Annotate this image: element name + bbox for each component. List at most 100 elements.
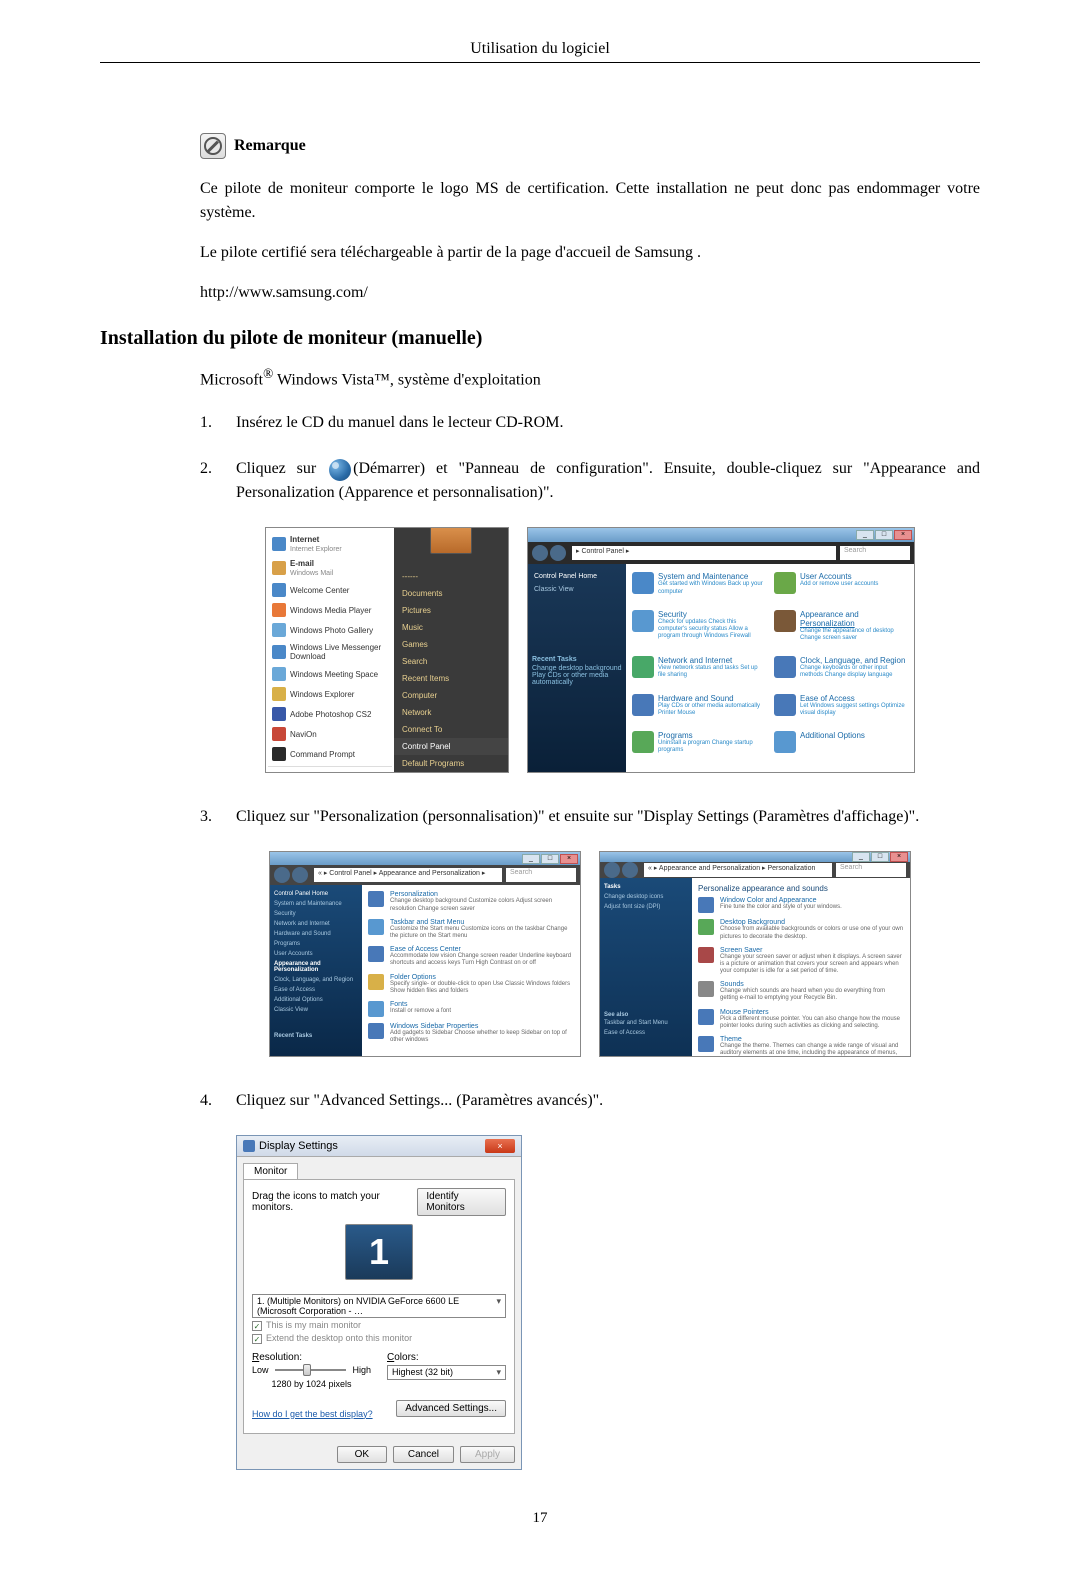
pers-item[interactable]: Mouse PointersPick a different mouse poi… xyxy=(698,1009,904,1030)
pers-item[interactable]: Window Color and AppearanceFine tune the… xyxy=(698,897,904,913)
pers-item[interactable]: Folder OptionsSpecify single- or double-… xyxy=(368,974,574,995)
start-item[interactable]: InternetInternet Explorer xyxy=(268,532,392,556)
close-button[interactable]: × xyxy=(890,852,908,862)
pers-item[interactable]: FontsInstall or remove a font xyxy=(368,1001,574,1017)
slider-thumb[interactable] xyxy=(303,1364,311,1376)
cp-side-classic[interactable]: Classic View xyxy=(532,583,622,596)
cp-category[interactable]: User AccountsAdd or remove user accounts xyxy=(774,572,908,605)
cp-category[interactable]: Additional Options xyxy=(774,731,908,764)
pers-side-link-active[interactable]: Appearance and Personalization xyxy=(274,959,358,975)
monitor-select[interactable]: 1. (Multiple Monitors) on NVIDIA GeForce… xyxy=(252,1294,506,1318)
pers-side-link[interactable]: Ease of Access xyxy=(274,985,358,995)
start-item[interactable]: Command Prompt xyxy=(268,744,392,764)
minimize-button[interactable]: _ xyxy=(852,852,870,862)
breadcrumb[interactable]: « ▸ Appearance and Personalization ▸ Per… xyxy=(644,863,832,877)
monitor-preview[interactable]: 1 xyxy=(345,1224,413,1280)
cancel-button[interactable]: Cancel xyxy=(393,1446,454,1463)
help-link[interactable]: How do I get the best display? xyxy=(252,1409,373,1419)
close-button[interactable]: × xyxy=(485,1139,515,1153)
start-right-item[interactable]: Recent Items xyxy=(394,670,508,687)
back-button[interactable] xyxy=(274,867,290,883)
pers-item[interactable]: Taskbar and Start MenuCustomize the Star… xyxy=(368,919,574,940)
cp-side-home[interactable]: Control Panel Home xyxy=(532,570,622,583)
pers-side-link[interactable]: System and Maintenance xyxy=(274,899,358,909)
breadcrumb[interactable]: ▸ Control Panel ▸ xyxy=(572,546,836,560)
resolution-slider[interactable] xyxy=(275,1369,347,1371)
cp-category[interactable]: Clock, Language, and RegionChange keyboa… xyxy=(774,656,908,689)
tasks-link[interactable]: Change desktop icons xyxy=(604,892,688,902)
advanced-settings-button[interactable]: Advanced Settings... xyxy=(396,1400,506,1417)
start-item[interactable]: E-mailWindows Mail xyxy=(268,556,392,580)
all-programs[interactable]: ▸All Programs xyxy=(268,769,392,773)
cp-category[interactable]: System and MaintenanceGet started with W… xyxy=(632,572,766,605)
monitor-tab[interactable]: Monitor xyxy=(243,1163,298,1179)
recent-task-link[interactable]: Change desktop background xyxy=(532,665,622,672)
start-right-control-panel[interactable]: Control Panel xyxy=(394,738,508,755)
start-item[interactable]: Windows Live Messenger Download xyxy=(268,640,392,664)
cp-category[interactable]: Network and InternetView network status … xyxy=(632,656,766,689)
pers-item[interactable]: Screen SaverChange your screen saver or … xyxy=(698,947,904,976)
pers-item[interactable]: ThemeChange the theme. Themes can change… xyxy=(698,1036,904,1057)
start-right-item[interactable]: ------ xyxy=(394,568,508,585)
start-right-item[interactable]: Network xyxy=(394,704,508,721)
forward-button[interactable] xyxy=(622,862,638,878)
pers-item[interactable]: Desktop BackgroundChoose from available … xyxy=(698,919,904,940)
start-right-item[interactable]: Pictures xyxy=(394,602,508,619)
forward-button[interactable] xyxy=(550,545,566,561)
search-input[interactable]: Search xyxy=(840,546,910,560)
maximize-button[interactable]: □ xyxy=(541,854,559,864)
maximize-button[interactable]: □ xyxy=(875,530,893,540)
minimize-button[interactable]: _ xyxy=(522,854,540,864)
cp-category[interactable]: Ease of AccessLet Windows suggest settin… xyxy=(774,694,908,727)
start-right-item[interactable]: Documents xyxy=(394,585,508,602)
pers-side-link[interactable]: Additional Options xyxy=(274,995,358,1005)
cp-category[interactable]: ProgramsUninstall a program Change start… xyxy=(632,731,766,764)
pers-item[interactable]: SoundsChange which sounds are heard when… xyxy=(698,981,904,1002)
start-item[interactable]: Adobe Photoshop CS2 xyxy=(268,704,392,724)
close-button[interactable]: × xyxy=(560,854,578,864)
identify-monitors-button[interactable]: Identify Monitors xyxy=(417,1188,506,1216)
back-button[interactable] xyxy=(604,862,620,878)
start-item[interactable]: Windows Explorer xyxy=(268,684,392,704)
pers-item[interactable]: Windows Sidebar PropertiesAdd gadgets to… xyxy=(368,1023,574,1044)
ok-button[interactable]: OK xyxy=(337,1446,387,1463)
start-right-item[interactable]: Computer xyxy=(394,687,508,704)
maximize-button[interactable]: □ xyxy=(871,852,889,862)
start-right-item[interactable]: Search xyxy=(394,653,508,670)
breadcrumb[interactable]: « ▸ Control Panel ▸ Appearance and Perso… xyxy=(314,868,502,882)
pers-side-link[interactable]: Network and Internet xyxy=(274,919,358,929)
close-button[interactable]: × xyxy=(894,530,912,540)
cp-category-appearance[interactable]: Appearance and PersonalizationChange the… xyxy=(774,610,908,652)
colors-select[interactable]: Highest (32 bit) ▾ xyxy=(387,1365,506,1380)
pers-side-link[interactable]: Programs xyxy=(274,939,358,949)
start-right-item[interactable]: Games xyxy=(394,636,508,653)
start-right-item[interactable]: Connect To xyxy=(394,721,508,738)
start-right-item[interactable]: Help and Support xyxy=(394,772,508,773)
pers-item[interactable]: PersonalizationChange desktop background… xyxy=(368,891,574,912)
pers-side-link[interactable]: Security xyxy=(274,909,358,919)
pers-side-link[interactable]: User Accounts xyxy=(274,949,358,959)
pers-side-link[interactable]: Clock, Language, and Region xyxy=(274,975,358,985)
start-item[interactable]: Windows Photo Gallery xyxy=(268,620,392,640)
pers-side-link[interactable]: Classic View xyxy=(274,1005,358,1015)
forward-button[interactable] xyxy=(292,867,308,883)
cp-category[interactable]: Hardware and SoundPlay CDs or other medi… xyxy=(632,694,766,727)
extend-desktop-checkbox[interactable]: ✓ xyxy=(252,1334,262,1344)
search-input[interactable]: Search xyxy=(836,863,906,877)
see-also-link[interactable]: Taskbar and Start Menu xyxy=(604,1018,688,1028)
start-item[interactable]: Welcome Center xyxy=(268,580,392,600)
main-monitor-checkbox[interactable]: ✓ xyxy=(252,1321,262,1331)
cp-category[interactable]: SecurityCheck for updates Check this com… xyxy=(632,610,766,652)
start-item[interactable]: Windows Media Player xyxy=(268,600,392,620)
pers-item[interactable]: Ease of Access CenterAccommodate low vis… xyxy=(368,946,574,967)
search-input[interactable]: Search xyxy=(506,868,576,882)
pers-side-link[interactable]: Control Panel Home xyxy=(274,889,358,899)
start-item[interactable]: NaviOn xyxy=(268,724,392,744)
start-right-item[interactable]: Default Programs xyxy=(394,755,508,772)
minimize-button[interactable]: _ xyxy=(856,530,874,540)
start-right-item[interactable]: Music xyxy=(394,619,508,636)
recent-task-link[interactable]: Play CDs or other media automatically xyxy=(532,672,622,686)
back-button[interactable] xyxy=(532,545,548,561)
apply-button[interactable]: Apply xyxy=(460,1446,515,1463)
see-also-link[interactable]: Ease of Access xyxy=(604,1028,688,1038)
